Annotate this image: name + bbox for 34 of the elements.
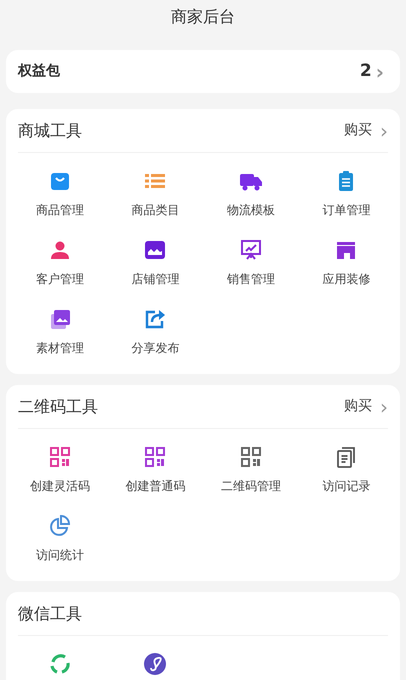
qr-code-icon[interactable] [238,445,263,469]
tool-label[interactable]: 客户管理 [36,270,84,288]
pie-chart-icon[interactable] [48,514,72,538]
tool-label[interactable]: 销售管理 [226,270,275,288]
tool-label[interactable]: 店铺管理 [131,270,180,288]
tool-label[interactable]: 素材管理 [36,339,84,357]
benefits-card[interactable]: 权益包 2 › [6,50,400,93]
tool-label[interactable]: 访问记录 [322,477,370,495]
recycle-icon[interactable] [48,652,72,676]
benefits-label: 权益包 [18,62,60,81]
qr-code-icon[interactable] [143,445,168,469]
link-circle-icon[interactable] [143,652,168,676]
buy-link[interactable]: 购买 › [344,120,388,141]
share-icon[interactable] [143,307,168,331]
qr-code-icon[interactable] [48,445,72,469]
section-title: 二维码工具 [18,396,98,418]
tool-label[interactable]: 订单管理 [322,201,370,219]
section-title: 微信工具 [18,602,82,624]
buy-link[interactable]: 购买 › [344,396,388,417]
chevron-icon: › [376,62,384,82]
section-title: 商城工具 [18,120,82,142]
tool-label[interactable]: 商品类目 [131,201,180,219]
tool-label[interactable]: 商品管理 [36,201,84,219]
benefits-count: 2 [360,60,372,83]
tool-label[interactable]: 创建灵活码 [30,477,90,495]
chart-board-icon[interactable] [238,238,263,262]
tool-label[interactable]: 创建普通码 [125,477,186,495]
tool-label[interactable]: 分享发布 [131,339,180,357]
tool-label[interactable]: 访问统计 [36,546,84,564]
tool-label[interactable]: 二维码管理 [220,477,281,495]
page-title: 商家后台 [171,9,235,25]
tool-label[interactable]: 应用装修 [322,270,370,288]
shop-icon[interactable] [143,238,168,262]
tool-label[interactable]: 物流模板 [226,201,275,219]
